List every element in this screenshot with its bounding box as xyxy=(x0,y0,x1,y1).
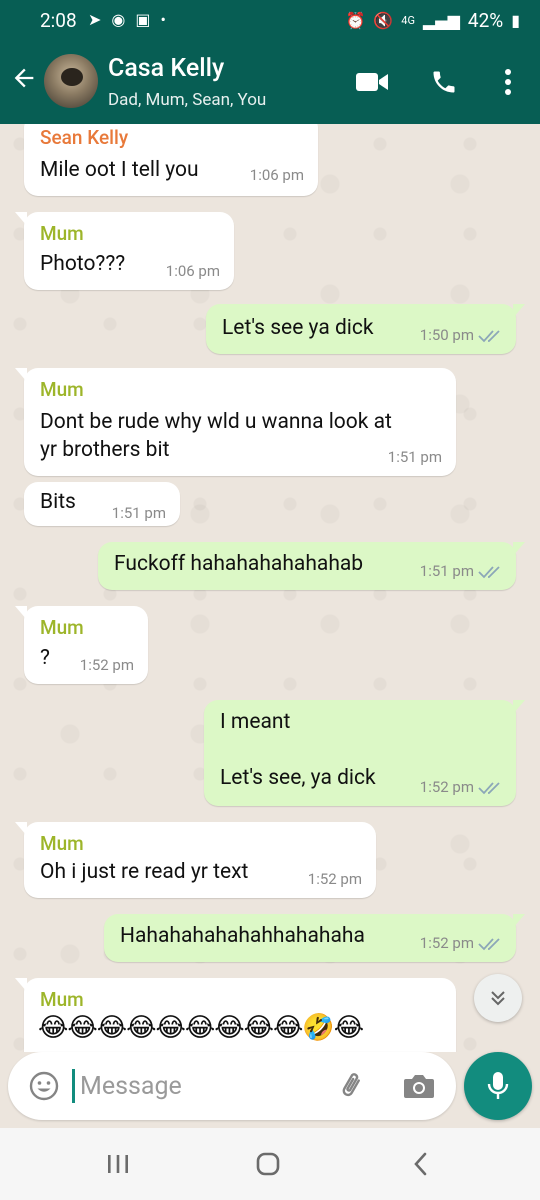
voice-call-button[interactable] xyxy=(426,64,462,100)
network-label: 4G xyxy=(401,14,415,27)
more-options-button[interactable] xyxy=(490,64,526,100)
emoji-button[interactable] xyxy=(28,1070,60,1102)
chevron-double-down-icon xyxy=(491,991,505,1006)
message-time: 1:51 pm xyxy=(111,504,166,522)
text-caret xyxy=(72,1069,75,1103)
composer-box xyxy=(8,1052,456,1120)
chat-header: Casa Kelly Dad, Mum, Sean, You xyxy=(0,40,540,124)
message-bubble[interactable]: Mum Dont be rude why wld u wanna look at… xyxy=(15,368,456,476)
attach-button[interactable] xyxy=(338,1070,370,1102)
chat-title[interactable]: Casa Kelly xyxy=(108,54,224,83)
message-text: I meant Let's see, ya dick xyxy=(220,710,376,790)
message-bubble[interactable]: Hahahahahahahhahahaha 1:52 pm xyxy=(104,914,525,962)
message-text: Bits xyxy=(40,490,76,514)
status-bar: 2:08 ➤ ◉ ▣ • ⏰ 🔇 4G ▂▄▆ 42% ▮ xyxy=(0,0,540,40)
message-sender: Mum xyxy=(40,988,84,1011)
message-bubble[interactable]: Mum Oh i just re read yr text 1:52 pm xyxy=(15,822,376,898)
message-bubble[interactable]: Sean Kelly Mile oot I tell you 1:06 pm xyxy=(24,124,318,196)
message-sender: Mum xyxy=(40,832,84,855)
phone-icon xyxy=(433,71,455,93)
message-time: 1:52 pm xyxy=(419,778,474,796)
alarm-icon: ⏰ xyxy=(345,11,366,30)
video-camera-icon xyxy=(356,73,388,91)
message-text: Photo??? xyxy=(40,252,126,276)
message-list[interactable]: Sean Kelly Mile oot I tell you 1:06 pm M… xyxy=(0,124,540,1052)
recent-apps-icon xyxy=(108,1155,128,1173)
message-text: Hahahahahahahhahahaha xyxy=(120,924,365,948)
gallery-icon: ▣ xyxy=(135,10,151,29)
message-bubble[interactable]: Mum ? 1:52 pm xyxy=(15,606,148,684)
read-ticks-icon xyxy=(478,330,500,343)
message-bubble[interactable]: Fuckoff hahahahahahahab 1:51 pm xyxy=(98,542,525,590)
battery-icon: ▮ xyxy=(511,11,520,30)
message-time: 1:51 pm xyxy=(387,448,442,466)
message-text: Mile oot I tell you xyxy=(40,158,199,182)
back-button[interactable] xyxy=(8,64,40,100)
recent-apps-button[interactable] xyxy=(98,1148,138,1180)
messenger-icon: ◉ xyxy=(111,10,126,29)
message-text: Fuckoff hahahahahahahab xyxy=(114,552,364,576)
battery-level: 42% xyxy=(467,9,504,32)
message-bubble[interactable]: Let's see ya dick 1:50 pm xyxy=(206,304,525,354)
message-text: 😂😂😂😂😂😂😂😂😂🤣😂 xyxy=(38,1013,364,1043)
message-time: 1:52 pm xyxy=(79,656,134,674)
message-text: Let's see ya dick xyxy=(222,316,374,340)
home-icon xyxy=(256,1152,280,1176)
paperclip-icon xyxy=(342,1073,360,1097)
voice-message-button[interactable] xyxy=(464,1052,532,1120)
group-avatar[interactable] xyxy=(44,54,98,108)
chat-participants[interactable]: Dad, Mum, Sean, You xyxy=(108,90,266,110)
message-sender: Mum xyxy=(40,616,84,639)
composer-bar xyxy=(0,1052,540,1128)
read-ticks-icon xyxy=(478,782,500,795)
message-sender: Mum xyxy=(40,378,84,401)
dot-icon: • xyxy=(160,10,166,29)
read-ticks-icon xyxy=(478,566,500,579)
message-bubble[interactable]: Mum 😂😂😂😂😂😂😂😂😂🤣😂 xyxy=(15,978,456,1052)
read-ticks-icon xyxy=(478,938,500,951)
message-text: Dont be rude why wld u wanna look at yr … xyxy=(40,410,392,462)
mute-icon: 🔇 xyxy=(373,11,394,30)
more-vertical-icon xyxy=(505,69,511,95)
home-button[interactable] xyxy=(248,1148,288,1180)
signal-icon: ▂▄▆ xyxy=(422,11,460,30)
status-time: 2:08 xyxy=(40,9,77,32)
message-sender: Mum xyxy=(40,222,84,245)
camera-icon xyxy=(404,1075,434,1098)
message-time: 1:52 pm xyxy=(419,934,474,952)
message-text: Oh i just re read yr text xyxy=(40,860,249,884)
message-bubble[interactable]: I meant Let's see, ya dick 1:52 pm xyxy=(204,700,525,806)
message-bubble[interactable]: Bits 1:51 pm xyxy=(24,482,180,526)
telegram-icon: ➤ xyxy=(88,10,102,29)
microphone-icon xyxy=(487,1072,509,1099)
message-sender: Sean Kelly xyxy=(40,126,129,149)
message-time: 1:06 pm xyxy=(249,166,304,184)
system-nav-bar xyxy=(0,1128,540,1200)
message-time: 1:52 pm xyxy=(307,870,362,888)
message-input[interactable] xyxy=(80,1066,320,1106)
camera-button[interactable] xyxy=(402,1070,436,1102)
message-bubble[interactable]: Mum Photo??? 1:06 pm xyxy=(15,212,234,290)
message-time: 1:06 pm xyxy=(165,262,220,280)
video-call-button[interactable] xyxy=(354,64,390,100)
back-nav-button[interactable] xyxy=(400,1148,440,1180)
chevron-left-icon xyxy=(414,1152,427,1176)
message-text: ? xyxy=(40,646,50,670)
arrow-left-icon xyxy=(14,68,34,88)
emoji-icon xyxy=(29,1071,59,1101)
message-time: 1:50 pm xyxy=(419,326,474,344)
message-time: 1:51 pm xyxy=(419,562,474,580)
scroll-to-bottom-button[interactable] xyxy=(474,974,522,1022)
